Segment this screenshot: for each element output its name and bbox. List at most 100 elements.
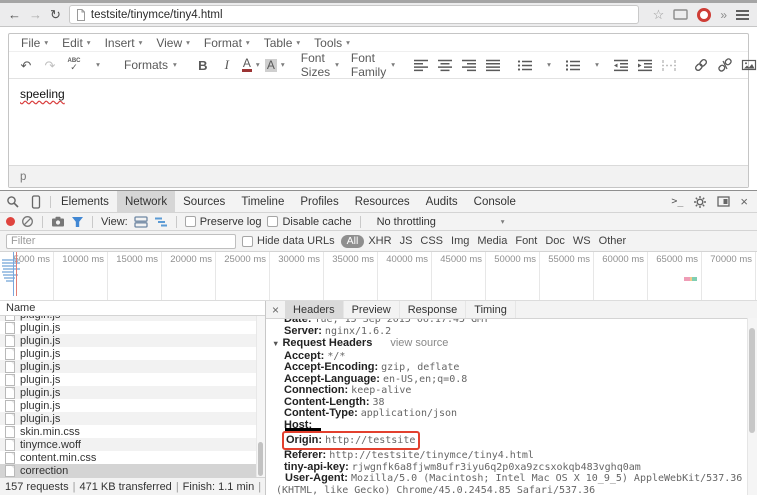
italic-button[interactable]: I [215, 54, 239, 76]
request-row[interactable]: content.min.css [0, 451, 265, 464]
preserve-log-checkbox[interactable]: Preserve log [185, 216, 262, 228]
hide-data-urls-checkbox[interactable]: Hide data URLs [242, 235, 335, 247]
name-column-header[interactable]: Name [0, 301, 265, 316]
remove-link-button[interactable] [713, 54, 737, 76]
background-color-button[interactable]: A▾ [263, 54, 287, 76]
request-row[interactable]: plugin.js [0, 334, 265, 347]
gear-icon[interactable] [693, 195, 707, 209]
disable-cache-checkbox[interactable]: Disable cache [267, 216, 351, 228]
spellcheck-menu-button[interactable]: ▾ [86, 54, 110, 76]
request-row[interactable]: skin.min.css [0, 425, 265, 438]
requests-scrollbar[interactable] [256, 316, 265, 477]
scrollbar-thumb[interactable] [258, 442, 263, 476]
record-extension-icon[interactable] [697, 8, 711, 22]
camera-icon[interactable] [51, 216, 65, 227]
menu-format[interactable]: Format▾ [199, 36, 259, 50]
details-tab-response[interactable]: Response [400, 301, 467, 318]
outdent-button[interactable] [609, 54, 633, 76]
tab-audits[interactable]: Audits [418, 191, 466, 212]
filter-input[interactable] [6, 234, 236, 249]
clear-icon[interactable] [21, 215, 34, 228]
tab-elements[interactable]: Elements [53, 191, 117, 212]
scrollbar-thumb[interactable] [749, 328, 755, 433]
numbered-list-menu-button[interactable]: ▾ [585, 54, 609, 76]
device-mode-button[interactable] [24, 195, 48, 209]
close-details-icon[interactable]: × [266, 303, 285, 317]
triangle-down-icon[interactable]: ▼ [272, 339, 279, 348]
redo-button[interactable]: ↷ [38, 54, 62, 76]
filter-type-css[interactable]: CSS [420, 235, 443, 247]
back-icon[interactable]: ← [8, 8, 21, 21]
spellcheck-button[interactable]: ABC✓ [62, 54, 86, 76]
editor-content-area[interactable]: speeling [9, 79, 748, 165]
show-overview-icon[interactable] [154, 216, 168, 228]
tab-profiles[interactable]: Profiles [292, 191, 346, 212]
filter-type-js[interactable]: JS [400, 235, 413, 247]
menu-view[interactable]: View▾ [151, 36, 199, 50]
details-tab-timing[interactable]: Timing [466, 301, 516, 318]
request-row[interactable]: plugin.js [0, 399, 265, 412]
tab-timeline[interactable]: Timeline [233, 191, 292, 212]
inspect-element-button[interactable] [0, 195, 24, 208]
filter-type-media[interactable]: Media [477, 235, 507, 247]
request-row[interactable]: plugin.js [0, 321, 265, 334]
console-drawer-icon[interactable]: >_ [671, 196, 683, 207]
formats-dropdown[interactable]: Formats▾ [118, 58, 183, 72]
filter-icon[interactable] [71, 216, 84, 228]
request-row[interactable]: plugin.js [0, 373, 265, 386]
text-color-button[interactable]: A▾ [239, 54, 263, 76]
request-row[interactable]: plugin.js [0, 412, 265, 425]
details-scrollbar[interactable] [747, 318, 757, 495]
browser-menu-icon[interactable] [736, 10, 749, 12]
indent-button[interactable] [633, 54, 657, 76]
request-row[interactable]: plugin.js [0, 360, 265, 373]
filter-type-font[interactable]: Font [515, 235, 537, 247]
extensions-overflow-icon[interactable]: » [720, 8, 727, 22]
menu-edit[interactable]: Edit▾ [57, 36, 99, 50]
details-tab-preview[interactable]: Preview [344, 301, 400, 318]
network-overview[interactable]: 5000 ms10000 ms15000 ms20000 ms25000 ms3… [0, 252, 757, 301]
menu-table[interactable]: Table▾ [259, 36, 309, 50]
dock-side-icon[interactable] [717, 196, 730, 207]
address-bar[interactable]: testsite/tinymce/tiny4.html [69, 5, 639, 24]
insert-link-button[interactable] [689, 54, 713, 76]
forward-icon[interactable]: → [29, 8, 42, 21]
tab-sources[interactable]: Sources [175, 191, 233, 212]
align-left-button[interactable] [409, 54, 433, 76]
undo-button[interactable]: ↶ [14, 54, 38, 76]
insert-image-button[interactable] [737, 54, 757, 76]
menu-file[interactable]: File▾ [16, 36, 57, 50]
filter-type-other[interactable]: Other [599, 235, 627, 247]
tab-console[interactable]: Console [466, 191, 524, 212]
view-source-link[interactable]: view source [390, 337, 448, 349]
numbered-list-button[interactable] [561, 54, 585, 76]
throttling-select[interactable]: No throttling▾ [369, 216, 511, 228]
element-path[interactable]: p [20, 171, 26, 183]
request-row[interactable]: tinymce.woff [0, 438, 265, 451]
misspelled-word[interactable]: speeling [20, 87, 65, 101]
bullet-list-menu-button[interactable]: ▾ [537, 54, 561, 76]
details-tab-headers[interactable]: Headers [285, 301, 344, 318]
menu-tools[interactable]: Tools▾ [309, 36, 359, 50]
reload-icon[interactable]: ↻ [50, 8, 61, 21]
bold-button[interactable]: B [191, 54, 215, 76]
page-break-button[interactable] [657, 54, 681, 76]
request-row[interactable]: plugin.js [0, 347, 265, 360]
filter-type-ws[interactable]: WS [573, 235, 591, 247]
close-devtools-icon[interactable]: × [740, 195, 748, 208]
align-center-button[interactable] [433, 54, 457, 76]
tab-resources[interactable]: Resources [347, 191, 418, 212]
record-icon[interactable] [6, 217, 15, 226]
bullet-list-button[interactable] [513, 54, 537, 76]
request-row[interactable]: plugin.js [0, 386, 265, 399]
large-rows-icon[interactable] [134, 216, 148, 228]
align-right-button[interactable] [457, 54, 481, 76]
font-sizes-dropdown[interactable]: Font Sizes▾ [295, 51, 345, 79]
filter-type-img[interactable]: Img [451, 235, 469, 247]
font-family-dropdown[interactable]: Font Family▾ [345, 51, 401, 79]
menu-insert[interactable]: Insert▾ [100, 36, 152, 50]
cast-icon[interactable] [673, 9, 688, 20]
align-justify-button[interactable] [481, 54, 505, 76]
filter-type-xhr[interactable]: XHR [368, 235, 391, 247]
request-row[interactable]: correction [0, 464, 265, 477]
